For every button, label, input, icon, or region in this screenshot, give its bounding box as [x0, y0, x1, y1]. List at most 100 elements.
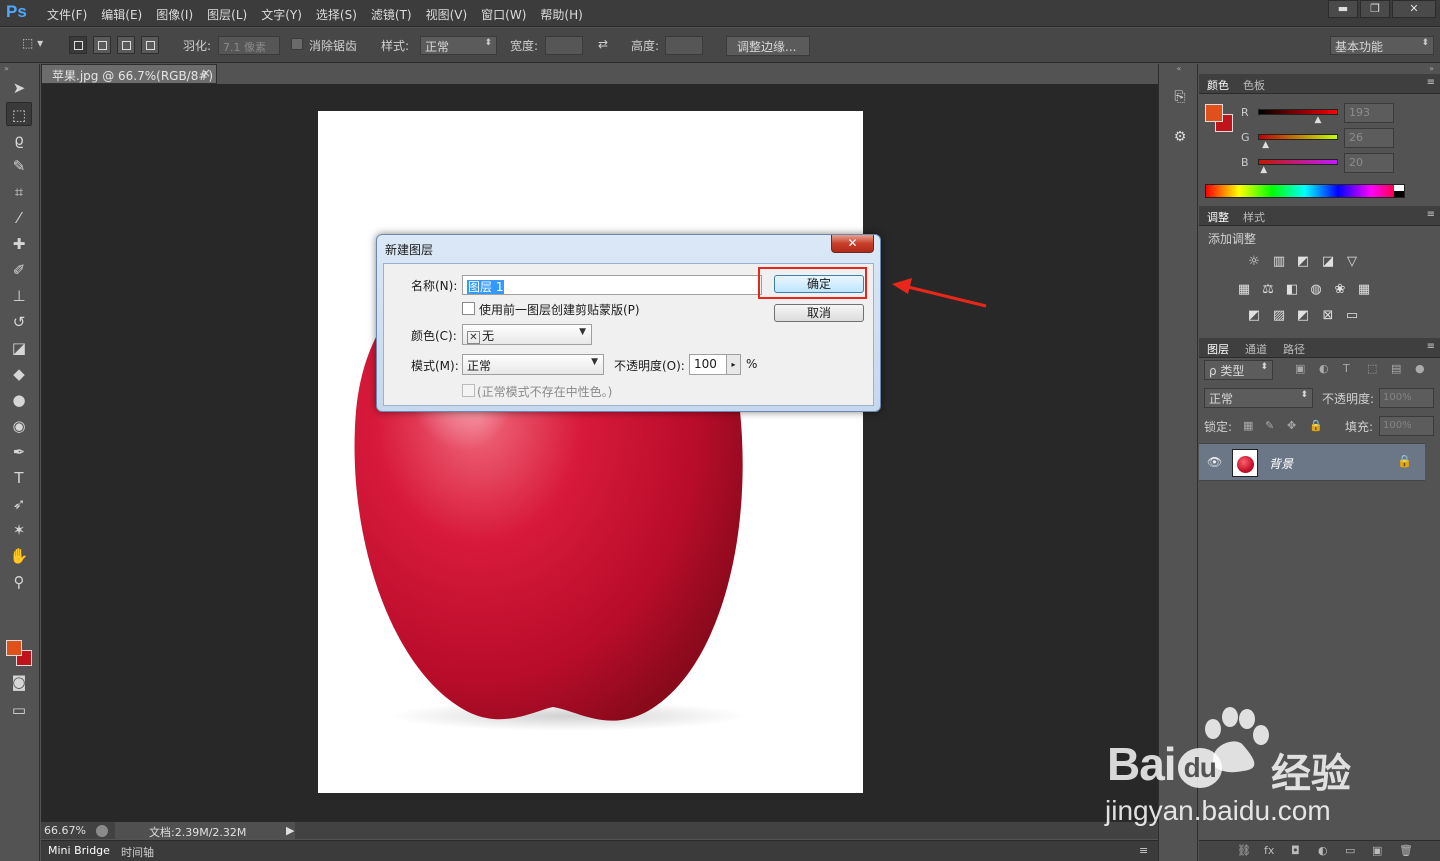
brush-tool-icon[interactable]: ✐ [6, 258, 32, 282]
link-layers-icon[interactable]: ⛓ [1237, 844, 1251, 857]
menu-item-2[interactable]: 图像(I) [149, 0, 200, 27]
feather-input[interactable]: 7.1 像素 [218, 36, 280, 55]
new-group-icon[interactable]: ▭ [1345, 844, 1355, 857]
height-input[interactable] [665, 36, 703, 55]
healing-tool-icon[interactable]: ✚ [6, 232, 32, 256]
close-tab-icon[interactable]: × [201, 66, 211, 80]
opacity-input[interactable]: 100 ▸ [689, 354, 741, 375]
collapse-icon[interactable]: » [0, 64, 39, 74]
quick-mask-icon[interactable]: ◙ [6, 670, 32, 694]
close-button[interactable]: ✕ [1392, 0, 1436, 18]
gradient-map-icon[interactable]: ▭ [1343, 308, 1361, 324]
tab-layers[interactable]: 图层 [1207, 341, 1229, 357]
eye-icon[interactable]: 👁 [1207, 455, 1222, 469]
panel-menu-icon[interactable]: ≡ [1427, 77, 1435, 88]
eyedropper-tool-icon[interactable]: ⁄ [6, 206, 32, 230]
tab-styles[interactable]: 样式 [1243, 209, 1265, 225]
exposure-icon[interactable]: ◪ [1319, 254, 1337, 270]
menu-item-6[interactable]: 滤镜(T) [364, 0, 419, 27]
trash-icon[interactable]: 🗑 [1399, 844, 1413, 857]
refine-edge-button[interactable]: 调整边缘... [726, 36, 810, 56]
curves-icon[interactable]: ◩ [1294, 254, 1312, 270]
channel-value-input[interactable]: 26 [1344, 128, 1394, 148]
filter-toggle-icon[interactable]: ● [1415, 362, 1425, 375]
tab-color[interactable]: 颜色 [1207, 77, 1229, 93]
canvas-area[interactable] [41, 84, 1158, 821]
hue-saturation-icon[interactable]: ▦ [1235, 282, 1253, 298]
color-lookup-icon[interactable]: ▦ [1355, 282, 1373, 298]
filter-shape-icon[interactable]: ⬚ [1367, 362, 1377, 375]
marquee-preset-icon[interactable]: ⬚ ▾ [22, 36, 43, 50]
foreground-color-swatch[interactable] [6, 640, 22, 656]
panel-menu-icon[interactable]: ≡ [1427, 209, 1435, 220]
levels-icon[interactable]: ▥ [1270, 254, 1288, 270]
clipping-mask-checkbox[interactable] [462, 302, 475, 315]
marquee-tool-icon[interactable]: ⬚ [6, 102, 32, 126]
color-select[interactable]: ✕ 无 ▼ [462, 324, 592, 345]
color-balance-icon[interactable]: ⚖ [1259, 282, 1277, 298]
lasso-tool-icon[interactable]: ϱ [6, 128, 32, 152]
move-tool-icon[interactable]: ➤ [6, 76, 32, 100]
menu-item-0[interactable]: 文件(F) [40, 0, 94, 27]
invert-icon[interactable]: ◩ [1245, 308, 1263, 324]
lock-image-icon[interactable]: ✎ [1265, 419, 1274, 432]
channel-mixer-icon[interactable]: ❀ [1331, 282, 1349, 298]
collapse-icon[interactable]: « [1159, 64, 1199, 74]
selective-color-icon[interactable]: ⊠ [1319, 308, 1337, 324]
vibrance-icon[interactable]: ▽ [1343, 254, 1361, 270]
stamp-tool-icon[interactable]: ⊥ [6, 284, 32, 308]
antialias-checkbox[interactable] [291, 38, 303, 50]
color-spectrum[interactable] [1205, 184, 1405, 198]
add-selection-icon[interactable] [93, 36, 111, 54]
new-layer-icon[interactable]: ▣ [1372, 844, 1382, 857]
filter-type-icon[interactable]: T [1343, 362, 1350, 375]
zoom-level[interactable]: 66.67% [44, 824, 86, 837]
status-menu-arrow-icon[interactable]: ▶ [286, 824, 294, 837]
hand-tool-icon[interactable]: ✋ [6, 544, 32, 568]
adjustment-layer-icon[interactable]: ◐ [1318, 844, 1328, 857]
document-tab[interactable]: 苹果.jpg @ 66.7%(RGB/8#) × [41, 64, 217, 84]
black-white-icon[interactable]: ◧ [1283, 282, 1301, 298]
width-input[interactable] [545, 36, 583, 55]
shape-tool-icon[interactable]: ✶ [6, 518, 32, 542]
dodge-tool-icon[interactable]: ◉ [6, 414, 32, 438]
blur-tool-icon[interactable]: ● [6, 388, 32, 412]
posterize-icon[interactable]: ▨ [1270, 308, 1288, 324]
opacity-stepper-icon[interactable]: ▸ [726, 355, 740, 374]
channel-slider[interactable] [1258, 109, 1338, 115]
subtract-selection-icon[interactable] [117, 36, 135, 54]
tab-timeline[interactable]: 时间轴 [121, 844, 154, 860]
menu-item-8[interactable]: 窗口(W) [474, 0, 533, 27]
dialog-close-button[interactable]: ✕ [831, 235, 874, 253]
layer-filter-select[interactable]: ρ 类型 ⬍ [1204, 360, 1273, 380]
channel-slider[interactable] [1258, 134, 1338, 140]
menu-item-5[interactable]: 选择(S) [309, 0, 364, 27]
quick-select-tool-icon[interactable]: ✎ [6, 154, 32, 178]
menu-item-1[interactable]: 编辑(E) [94, 0, 149, 27]
tab-swatches[interactable]: 色板 [1243, 77, 1265, 93]
pen-tool-icon[interactable]: ✒ [6, 440, 32, 464]
layer-mask-icon[interactable]: ◘ [1291, 844, 1300, 857]
zoom-tool-icon[interactable]: ⚲ [6, 570, 32, 594]
panel-menu-icon[interactable]: ≡ [1427, 341, 1435, 352]
properties-panel-icon[interactable]: ⚙ [1169, 126, 1191, 148]
menu-item-4[interactable]: 文字(Y) [254, 0, 309, 27]
lock-transparent-icon[interactable]: ▦ [1243, 419, 1253, 432]
workspace-select[interactable]: 基本功能 ⬍ [1330, 36, 1434, 55]
swap-icon[interactable]: ⇄ [598, 37, 608, 51]
cancel-button[interactable]: 取消 [774, 304, 864, 322]
mode-select[interactable]: 正常 ▼ [462, 354, 604, 375]
status-icon[interactable] [96, 825, 108, 837]
menu-item-3[interactable]: 图层(L) [200, 0, 254, 27]
panel-menu-icon[interactable]: ≡ [1139, 844, 1148, 857]
type-tool-icon[interactable]: T [6, 466, 32, 490]
history-brush-tool-icon[interactable]: ↺ [6, 310, 32, 334]
brightness-icon[interactable]: ☼ [1245, 254, 1263, 270]
tab-channels[interactable]: 通道 [1245, 341, 1267, 357]
tab-adjustments[interactable]: 调整 [1207, 209, 1229, 225]
blend-mode-select[interactable]: 正常 ⬍ [1204, 388, 1313, 408]
filter-adjust-icon[interactable]: ◐ [1319, 362, 1329, 375]
menu-item-9[interactable]: 帮助(H) [533, 0, 589, 27]
document-canvas[interactable] [318, 111, 863, 793]
screen-mode-icon[interactable]: ▭ [6, 698, 32, 722]
